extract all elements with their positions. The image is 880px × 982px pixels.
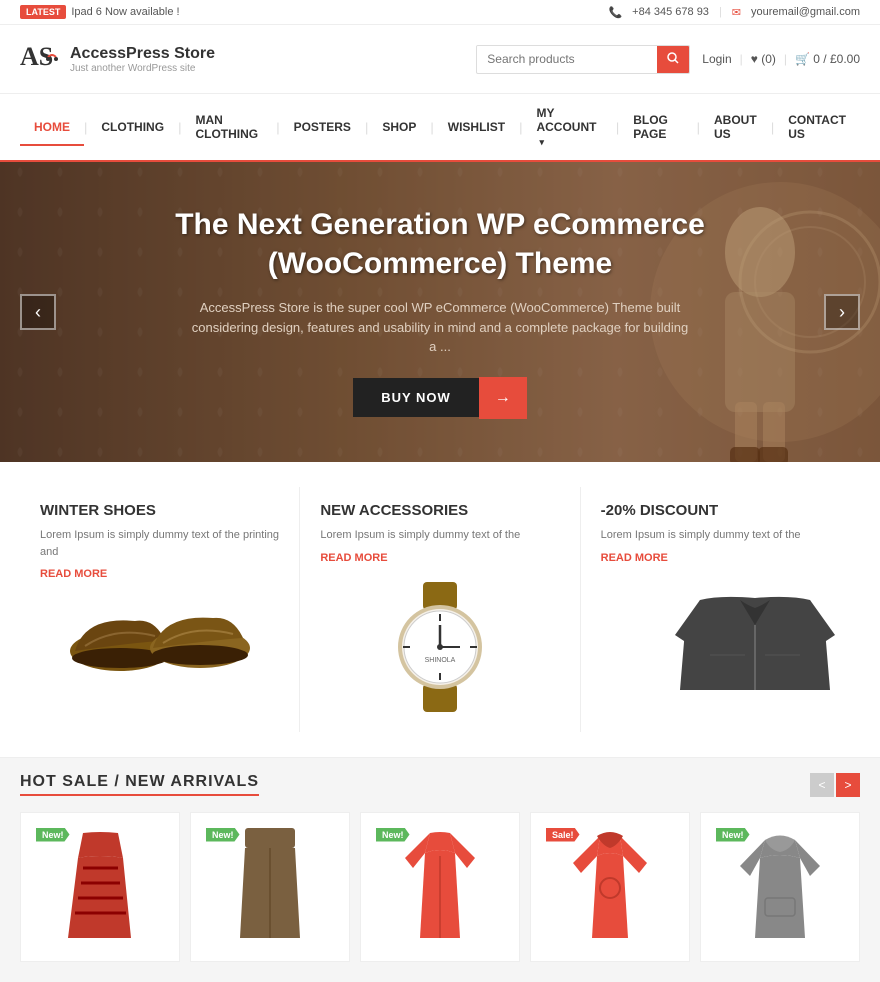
feature-title-accessories: NEW ACCESSORIES [320, 502, 468, 519]
search-button[interactable] [657, 46, 689, 73]
nav-item-shop: SHOP [368, 108, 430, 146]
watch-image: SHINOLA [320, 577, 559, 717]
hero-slider: The Next Generation WP eCommerce (WooCom… [0, 162, 880, 462]
product-image-1: New! [31, 823, 169, 943]
hot-sale-section: HOT SALE / NEW ARRIVALS < > New! [0, 758, 880, 982]
feature-box-discount: -20% DISCOUNT Lorem Ipsum is simply dumm… [581, 487, 860, 732]
nav-link-contact[interactable]: CONTACT US [774, 101, 860, 153]
nav-item-man-clothing: MAN CLOTHING [181, 101, 276, 153]
product-image-5: New! [711, 823, 849, 943]
nav-link-shop[interactable]: SHOP [368, 108, 430, 146]
hot-sale-next-button[interactable]: > [836, 773, 860, 797]
site-name: AccessPress Store [70, 45, 215, 63]
product-image-2: New! [201, 823, 339, 943]
nav-item-clothing: CLOTHING [87, 108, 178, 146]
feature-readmore-accessories[interactable]: READ MORE [320, 552, 387, 564]
site-tagline: Just another WordPress site [70, 63, 215, 74]
announcement-area: LATEST Ipad 6 Now available ! [20, 5, 180, 19]
nav-item-wishlist: WISHLIST [434, 108, 519, 146]
product-image-4: Sale! [541, 823, 679, 943]
logo-icon: AS [20, 37, 62, 81]
nav-item-contact: CONTACT US [774, 101, 860, 153]
email-link[interactable]: youremail@gmail.com [751, 6, 860, 18]
nav-link-about[interactable]: ABOUT US [700, 101, 771, 153]
phone-icon: 📞 [608, 6, 622, 19]
new-badge-3: New! [376, 828, 410, 842]
hero-description: AccessPress Store is the super cool WP e… [190, 298, 690, 357]
nav-item-home: HOME [20, 108, 84, 146]
wishlist-link[interactable]: ♥ (0) [751, 52, 776, 66]
product-card-1[interactable]: New! [20, 812, 180, 962]
hot-sale-title: HOT SALE / NEW ARRIVALS [20, 773, 259, 796]
sale-badge-4: Sale! [546, 828, 580, 842]
hot-sale-prev-button[interactable]: < [810, 773, 834, 797]
login-link[interactable]: Login [702, 52, 731, 66]
nav-link-clothing[interactable]: CLOTHING [87, 108, 178, 146]
features-section: WINTER SHOES Lorem Ipsum is simply dummy… [0, 462, 880, 758]
product-card-3[interactable]: New! [360, 812, 520, 962]
search-box[interactable] [476, 45, 690, 74]
search-input[interactable] [477, 46, 657, 72]
feature-title-shoes: WINTER SHOES [40, 502, 156, 519]
nav-link-home[interactable]: HOME [20, 108, 84, 146]
header: AS AccessPress Store Just another WordPr… [0, 25, 880, 94]
nav-item-my-account: MY ACCOUNT ▾ [522, 94, 615, 160]
new-badge-2: New! [206, 828, 240, 842]
new-badge-5: New! [716, 828, 750, 842]
header-right: Login | ♥ (0) | 🛒 0 / £0.00 [476, 45, 860, 74]
top-bar: LATEST Ipad 6 Now available ! 📞 +84 345 … [0, 0, 880, 25]
nav-link-my-account[interactable]: MY ACCOUNT ▾ [522, 94, 615, 160]
feature-box-accessories: NEW ACCESSORIES Lorem Ipsum is simply du… [300, 487, 580, 732]
feature-readmore-shoes[interactable]: READ MORE [40, 568, 107, 580]
email-icon: ✉ [732, 6, 741, 19]
contact-info: 📞 +84 345 678 93 | ✉ youremail@gmail.com [608, 6, 860, 19]
product-card-2[interactable]: New! [190, 812, 350, 962]
product-card-4[interactable]: Sale! [530, 812, 690, 962]
jacket-image [601, 580, 840, 690]
shoes-image [40, 596, 279, 676]
logo-text: AccessPress Store Just another WordPress… [70, 45, 215, 74]
hero-buttons: BUY NOW → [150, 377, 730, 419]
feature-desc-shoes: Lorem Ipsum is simply dummy text of the … [40, 527, 279, 560]
nav-link-wishlist[interactable]: WISHLIST [434, 108, 519, 146]
nav-item-about: ABOUT US [700, 101, 771, 153]
dropdown-arrow: ▾ [539, 137, 544, 147]
nav-link-man-clothing[interactable]: MAN CLOTHING [181, 101, 276, 153]
hero-content: The Next Generation WP eCommerce (WooCom… [130, 185, 750, 439]
buy-now-button[interactable]: BUY NOW [353, 378, 479, 417]
nav-link-posters[interactable]: POSTERS [280, 108, 365, 146]
main-nav: HOME | CLOTHING | MAN CLOTHING | POSTERS… [0, 94, 880, 162]
hero-title: The Next Generation WP eCommerce (WooCom… [150, 205, 730, 283]
nav-link-blog[interactable]: BLOG PAGE [619, 101, 696, 153]
feature-desc-accessories: Lorem Ipsum is simply dummy text of the [320, 527, 520, 544]
latest-badge: LATEST [20, 5, 66, 19]
header-actions: Login | ♥ (0) | 🛒 0 / £0.00 [702, 52, 860, 66]
feature-title-discount: -20% DISCOUNT [601, 502, 719, 519]
product-image-3: New! [371, 823, 509, 943]
announcement-text: Ipad 6 Now available ! [71, 6, 179, 18]
buy-now-arrow-button[interactable]: → [479, 377, 527, 419]
product-card-5[interactable]: New! [700, 812, 860, 962]
cart-link[interactable]: 🛒 0 / £0.00 [795, 52, 860, 66]
slider-prev-button[interactable]: ‹ [20, 294, 56, 330]
slider-next-button[interactable]: › [824, 294, 860, 330]
logo[interactable]: AS AccessPress Store Just another WordPr… [20, 37, 215, 81]
feature-desc-discount: Lorem Ipsum is simply dummy text of the [601, 527, 801, 544]
feature-readmore-discount[interactable]: READ MORE [601, 552, 668, 564]
phone-link[interactable]: +84 345 678 93 [632, 6, 709, 18]
nav-item-blog: BLOG PAGE [619, 101, 696, 153]
feature-box-shoes: WINTER SHOES Lorem Ipsum is simply dummy… [20, 487, 300, 732]
hot-sale-header: HOT SALE / NEW ARRIVALS < > [20, 773, 860, 797]
new-badge-1: New! [36, 828, 70, 842]
hot-sale-navigation: < > [810, 773, 860, 797]
svg-text:SHINOLA: SHINOLA [425, 657, 456, 664]
nav-item-posters: POSTERS [280, 108, 365, 146]
nav-list: HOME | CLOTHING | MAN CLOTHING | POSTERS… [20, 94, 860, 160]
products-grid: New! New! [20, 812, 860, 972]
